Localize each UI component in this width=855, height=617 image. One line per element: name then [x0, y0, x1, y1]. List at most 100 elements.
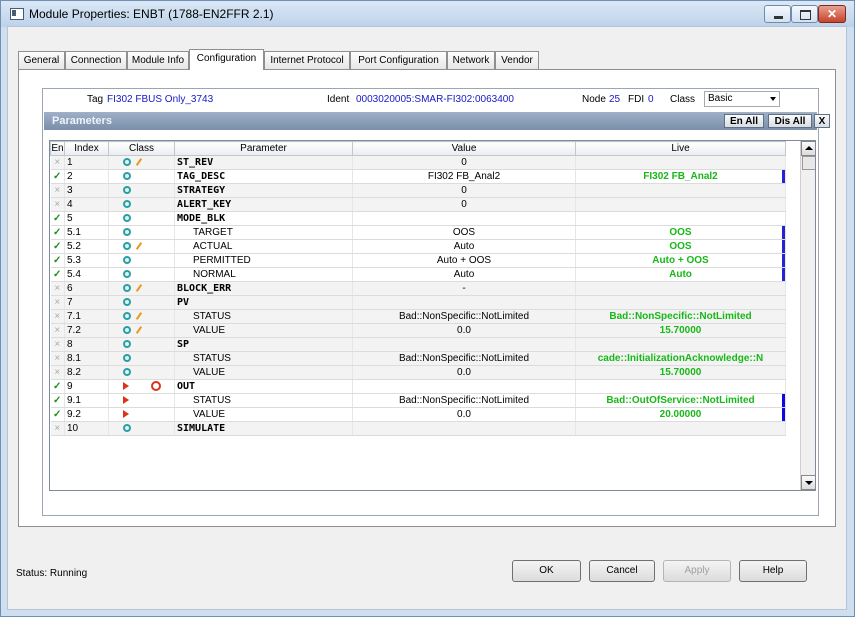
table-row[interactable]: × 8 SP: [50, 337, 786, 352]
parameter-value[interactable]: OOS: [352, 225, 576, 240]
table-row[interactable]: × 8.1 STATUS Bad::NonSpecific::NotLimited ca…: [50, 351, 786, 366]
table-row[interactable]: × 1 ST_REV 0: [50, 155, 786, 170]
parameter-value[interactable]: 0.0: [352, 365, 576, 380]
parameter-value[interactable]: [352, 211, 576, 226]
table-row[interactable]: ✓ 5.4 NORMAL Auto Auto: [50, 267, 786, 282]
table-row[interactable]: × 7 PV: [50, 295, 786, 310]
enable-checkbox[interactable]: ✓: [50, 267, 65, 282]
table-row[interactable]: ✓ 5 MODE_BLK: [50, 211, 786, 226]
tab-port-configuration[interactable]: Port Configuration: [350, 51, 447, 69]
parameter-value[interactable]: [352, 295, 576, 310]
enable-checkbox[interactable]: ×: [50, 365, 65, 380]
row-index: 4: [64, 197, 109, 212]
column-header-live[interactable]: Live: [575, 141, 786, 156]
scroll-up-button[interactable]: [801, 141, 815, 156]
parameter-value[interactable]: [352, 421, 576, 436]
enable-checkbox[interactable]: ×: [50, 337, 65, 352]
enable-checkbox[interactable]: ×: [50, 197, 65, 212]
table-row[interactable]: × 6 BLOCK_ERR -: [50, 281, 786, 296]
enable-checkbox[interactable]: ×: [50, 295, 65, 310]
table-row[interactable]: ✓ 5.3 PERMITTED Auto + OOS Auto + OOS: [50, 253, 786, 268]
parameter-name: PERMITTED: [174, 253, 353, 268]
table-row[interactable]: × 8.2 VALUE 0.0 15.70000: [50, 365, 786, 380]
minimize-button[interactable]: [764, 5, 791, 23]
column-header-en[interactable]: En: [50, 141, 65, 156]
tab-internet-protocol[interactable]: Internet Protocol: [264, 51, 350, 69]
enable-all-button[interactable]: En All: [724, 114, 764, 128]
parameter-value[interactable]: [352, 379, 576, 394]
parameter-value[interactable]: 0.0: [352, 407, 576, 422]
help-button[interactable]: Help: [739, 560, 807, 582]
enable-checkbox[interactable]: ✓: [50, 379, 65, 394]
parameter-value[interactable]: [352, 337, 576, 352]
parameter-value[interactable]: Auto: [352, 239, 576, 254]
tab-configuration[interactable]: Configuration: [189, 49, 264, 70]
parameter-value[interactable]: FI302 FB_Anal2: [352, 169, 576, 184]
table-row[interactable]: ✓ 9.1 STATUS Bad::NonSpecific::NotLimited Ba…: [50, 393, 786, 408]
enable-checkbox[interactable]: ✓: [50, 239, 65, 254]
enable-checkbox[interactable]: ✓: [50, 169, 65, 184]
scroll-thumb[interactable]: [802, 156, 815, 170]
title-bar[interactable]: Module Properties: ENBT (1788-EN2FFR 2.1…: [1, 1, 854, 27]
parameter-value[interactable]: 0.0: [352, 323, 576, 338]
tab-general[interactable]: General: [18, 51, 65, 69]
vertical-scrollbar[interactable]: [800, 141, 815, 490]
parameter-live: cade::InitializationAcknowledge::N: [575, 351, 786, 366]
table-row[interactable]: × 3 STRATEGY 0: [50, 183, 786, 198]
row-index: 5.3: [64, 253, 109, 268]
apply-button[interactable]: Apply: [663, 560, 731, 582]
parameter-value[interactable]: 0: [352, 197, 576, 212]
disable-all-button[interactable]: Dis All: [768, 114, 812, 128]
parameter-value[interactable]: 0: [352, 183, 576, 198]
cancel-button[interactable]: Cancel: [589, 560, 655, 582]
parameter-value[interactable]: Bad::NonSpecific::NotLimited: [352, 393, 576, 408]
table-row[interactable]: × 7.2 VALUE 0.0 15.70000: [50, 323, 786, 338]
parameters-grid[interactable]: En Index Class Parameter Value Live × 1 ST…: [49, 140, 816, 491]
maximize-button[interactable]: [791, 5, 818, 23]
parameter-value[interactable]: Bad::NonSpecific::NotLimited: [352, 309, 576, 324]
live-value-text: Auto: [669, 269, 692, 280]
tab-connection[interactable]: Connection: [65, 51, 127, 69]
column-header-index[interactable]: Index: [64, 141, 109, 156]
scroll-down-button[interactable]: [801, 475, 815, 490]
enable-checkbox[interactable]: ×: [50, 281, 65, 296]
row-index: 3: [64, 183, 109, 198]
parameter-live: 15.70000: [575, 323, 786, 338]
enable-checkbox[interactable]: ×: [50, 351, 65, 366]
enable-checkbox[interactable]: ×: [50, 183, 65, 198]
enable-checkbox[interactable]: ×: [50, 155, 65, 170]
table-row[interactable]: × 4 ALERT_KEY 0: [50, 197, 786, 212]
enable-checkbox[interactable]: ✓: [50, 253, 65, 268]
parameter-value[interactable]: 0: [352, 155, 576, 170]
table-row[interactable]: ✓ 5.1 TARGET OOS OOS: [50, 225, 786, 240]
table-row[interactable]: ✓ 9.2 VALUE 0.0 20.00000: [50, 407, 786, 422]
enable-checkbox[interactable]: ✓: [50, 211, 65, 226]
enable-checkbox[interactable]: ✓: [50, 393, 65, 408]
column-header-class[interactable]: Class: [108, 141, 175, 156]
ok-button[interactable]: OK: [512, 560, 581, 582]
enable-checkbox[interactable]: ×: [50, 421, 65, 436]
close-button[interactable]: ✕: [818, 5, 846, 23]
enable-checkbox[interactable]: ✓: [50, 407, 65, 422]
enable-checkbox[interactable]: ×: [50, 323, 65, 338]
column-header-value[interactable]: Value: [352, 141, 576, 156]
enable-checkbox[interactable]: ×: [50, 309, 65, 324]
parameter-value[interactable]: Auto: [352, 267, 576, 282]
row-index: 7: [64, 295, 109, 310]
row-index: 8.2: [64, 365, 109, 380]
table-row[interactable]: ✓ 2 TAG_DESC FI302 FB_Anal2 FI302 FB_Anal2: [50, 169, 786, 184]
parameter-value[interactable]: -: [352, 281, 576, 296]
table-row[interactable]: × 10 SIMULATE: [50, 421, 786, 436]
parameter-value[interactable]: Auto + OOS: [352, 253, 576, 268]
tab-vendor[interactable]: Vendor: [495, 51, 539, 69]
table-row[interactable]: × 7.1 STATUS Bad::NonSpecific::NotLimited Ba…: [50, 309, 786, 324]
tab-module-info[interactable]: Module Info: [127, 51, 189, 69]
tab-network[interactable]: Network: [447, 51, 495, 69]
close-parameters-button[interactable]: X: [814, 114, 830, 128]
class-select[interactable]: Basic: [704, 91, 780, 107]
table-row[interactable]: ✓ 9 OUT: [50, 379, 786, 394]
enable-checkbox[interactable]: ✓: [50, 225, 65, 240]
table-row[interactable]: ✓ 5.2 ACTUAL Auto OOS: [50, 239, 786, 254]
column-header-parameter[interactable]: Parameter: [174, 141, 353, 156]
parameter-value[interactable]: Bad::NonSpecific::NotLimited: [352, 351, 576, 366]
